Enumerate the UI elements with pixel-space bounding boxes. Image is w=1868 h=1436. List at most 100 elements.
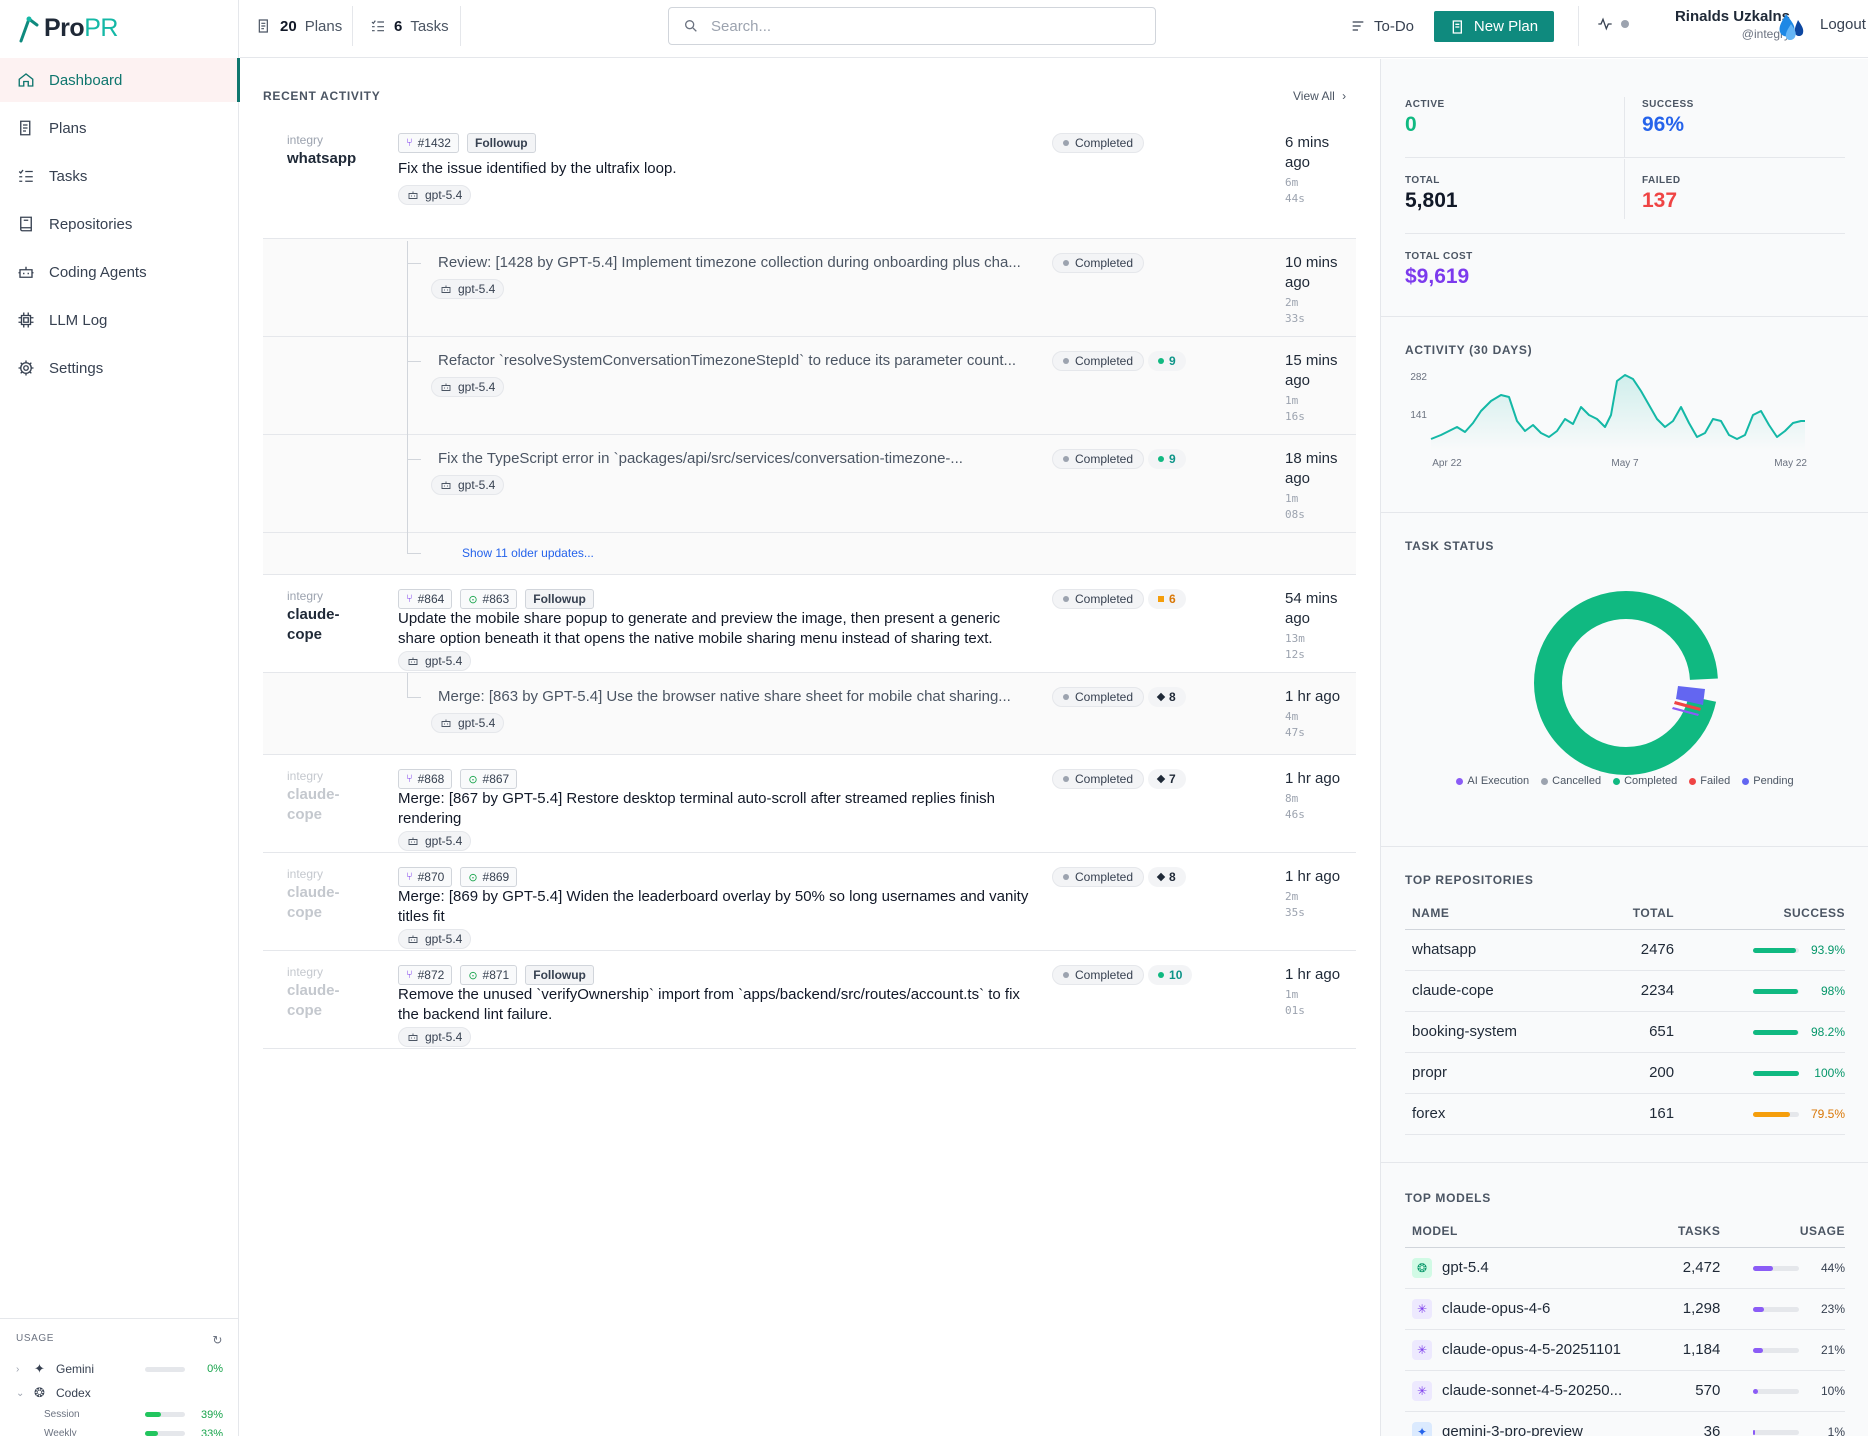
sidebar-item-tasks[interactable]: Tasks [0,154,239,198]
pr-chip[interactable]: ⑂ #864 [398,589,453,609]
sidebar-item-repositories[interactable]: Repositories [0,202,239,246]
tree-line [407,241,408,553]
pr-chip[interactable]: ⑂ #872 [398,965,453,985]
activity-row[interactable]: integry claude-cope ⑂ #870 ⊙ #869 Merge: [… [263,853,1356,951]
legend-item: Completed [1613,775,1677,787]
show-older-link[interactable]: Show 11 older updates... [462,546,594,560]
activity-child-row[interactable]: Merge: [863 by GPT-5.4] Use the browser … [263,673,1356,755]
activity-child-row[interactable]: Refactor `resolveSystemConversationTimez… [263,337,1356,435]
repo-name-cell[interactable]: forex [1405,1093,1590,1135]
activity-status[interactable] [1597,16,1629,32]
search-box[interactable] [668,7,1156,45]
refresh-icon[interactable]: ↻ [212,1333,223,1347]
repo-name[interactable]: claude-cope [287,981,367,1021]
usage-row-codex[interactable]: ⌄ ❂ Codex [16,1381,223,1405]
model-name-cell[interactable]: ✳ claude-opus-4-6 [1405,1288,1661,1330]
search-icon [685,19,697,32]
repo-name-cell[interactable]: propr [1405,1052,1590,1094]
search-input[interactable] [711,17,1131,35]
followup-tag: Followup [466,133,536,153]
top-models-section: TOP MODELS MODEL TASKS USAGE ❂ gpt-5.4 2,4… [1381,1163,1868,1436]
task-title[interactable]: Refactor `resolveSystemConversationTimez… [438,351,1038,371]
duration: 8m 46s [1285,792,1305,821]
task-title[interactable]: Update the mobile share popup to generat… [398,609,1038,649]
table-row[interactable]: propr 200 100% [1405,1052,1845,1094]
table-row[interactable]: whatsapp 2476 93.9% [1405,929,1845,971]
plans-count-link[interactable]: 20 Plans [256,0,342,52]
model-name-cell[interactable]: ✦ gemini-3-pro-preview [1405,1411,1661,1436]
issue-chip[interactable]: ⊙ #863 [460,589,518,609]
sidebar-item-plans[interactable]: Plans [0,106,239,150]
app-logo[interactable]: ProPR [18,10,118,46]
app-name: ProPR [44,13,118,42]
divider [1624,97,1625,157]
logout-link[interactable]: Logout [1820,16,1866,33]
duration: 1m 08s [1285,492,1305,521]
chevron-down-icon[interactable]: ⌄ [16,1388,28,1399]
new-plan-button[interactable]: New Plan [1434,11,1554,42]
repo-name-cell[interactable]: whatsapp [1405,929,1590,971]
activity-row[interactable]: integry claude-cope ⑂ #864 ⊙ #863 Followup… [263,575,1356,673]
issue-chip[interactable]: ⊙ #871 [460,965,518,985]
sidebar-item-coding-agents[interactable]: Coding Agents [0,250,239,294]
issue-chip[interactable]: ⊙ #867 [460,769,518,789]
avatar[interactable] [1774,10,1808,42]
task-title[interactable]: Review: [1428 by GPT-5.4] Implement time… [438,253,1038,273]
table-row[interactable]: ✳ claude-opus-4-6 1,298 23% [1405,1288,1845,1330]
task-title[interactable]: Remove the unused `verifyOwnership` impo… [398,985,1038,1025]
timestamp: 15 mins ago 1m 16s [1285,351,1345,425]
activity-row[interactable]: integry claude-cope ⑂ #872 ⊙ #871 Followup… [263,951,1356,1049]
tasks-count-link[interactable]: 6 Tasks [370,0,449,52]
table-row[interactable]: ✳ claude-sonnet-4-5-20250... 570 10% [1405,1370,1845,1412]
usage-pct: 33% [200,1427,223,1436]
issue-chip[interactable]: ⊙ #869 [460,867,518,887]
issue-icon: ⊙ [468,593,478,606]
table-row[interactable]: claude-cope 2234 98% [1405,970,1845,1012]
status-badge: Completed [1052,253,1145,273]
usage-row-gemini[interactable]: › ✦ Gemini 0% [16,1357,223,1381]
usage-bar [1753,1306,1799,1312]
activity-row[interactable]: integry claude-cope ⑂ #868 ⊙ #867 Merge: [… [263,755,1356,853]
tasks-icon [18,169,33,182]
table-row[interactable]: ❂ gpt-5.4 2,472 44% [1405,1247,1845,1289]
activity-child-row[interactable]: Fix the TypeScript error in `packages/ap… [263,435,1356,533]
table-row[interactable]: ✳ claude-opus-4-5-20251101 1,184 21% [1405,1329,1845,1371]
task-title[interactable]: Merge: [863 by GPT-5.4] Use the browser … [438,687,1038,707]
table-row[interactable]: booking-system 651 98.2% [1405,1011,1845,1053]
chevron-right-icon[interactable]: › [16,1364,28,1375]
activity-child-row[interactable]: Review: [1428 by GPT-5.4] Implement time… [263,239,1356,337]
repo-name[interactable]: claude-cope [287,605,367,645]
task-title[interactable]: Fix the issue identified by the ultrafix… [398,159,1038,179]
sidebar-item-llm-log[interactable]: LLM Log [0,298,239,342]
model-name-cell[interactable]: ✳ claude-sonnet-4-5-20250... [1405,1370,1661,1412]
followup-tag: Followup [525,589,594,609]
column-header: TASKS [1660,1215,1729,1248]
donut-slice-completed [1534,591,1718,775]
view-all-link[interactable]: View All › [1293,89,1346,103]
repo-name-cell[interactable]: claude-cope [1405,970,1590,1012]
repo-name[interactable]: claude-cope [287,785,367,825]
sidebar-item-dashboard[interactable]: Dashboard [0,58,240,102]
todo-button[interactable]: To-Do [1350,12,1414,40]
pr-chip[interactable]: ⑂ #1432 [398,133,459,153]
model-tasks-cell: 2,472 [1660,1247,1729,1289]
table-row[interactable]: forex 161 79.5% [1405,1093,1845,1135]
timestamp: 1 hr ago 2m 35s [1285,867,1345,921]
pr-chip[interactable]: ⑂ #868 [398,769,453,789]
y-tick: 282 [1410,372,1427,383]
repo-name[interactable]: claude-cope [287,883,367,923]
activity-row[interactable]: integry whatsapp ⑂ #1432 Followup Fix the… [263,119,1356,239]
model-name-cell[interactable]: ✳ claude-opus-4-5-20251101 [1405,1329,1661,1371]
sidebar-item-settings[interactable]: Settings [0,346,239,390]
pr-chip[interactable]: ⑂ #870 [398,867,453,887]
repo-name-cell[interactable]: booking-system [1405,1011,1590,1053]
user-info[interactable]: Rinalds Uzkalns @integry [1650,8,1790,41]
new-plan-icon [1452,19,1462,34]
table-row[interactable]: ✦ gemini-3-pro-preview 36 1% [1405,1411,1845,1436]
model-name-cell[interactable]: ❂ gpt-5.4 [1405,1247,1661,1289]
repo-name[interactable]: whatsapp [287,149,367,169]
task-title[interactable]: Fix the TypeScript error in `packages/ap… [438,449,1038,469]
task-title[interactable]: Merge: [867 by GPT-5.4] Restore desktop … [398,789,1038,829]
task-title[interactable]: Merge: [869 by GPT-5.4] Widen the leader… [398,887,1038,927]
usage-sub-label: Session [44,1409,80,1420]
